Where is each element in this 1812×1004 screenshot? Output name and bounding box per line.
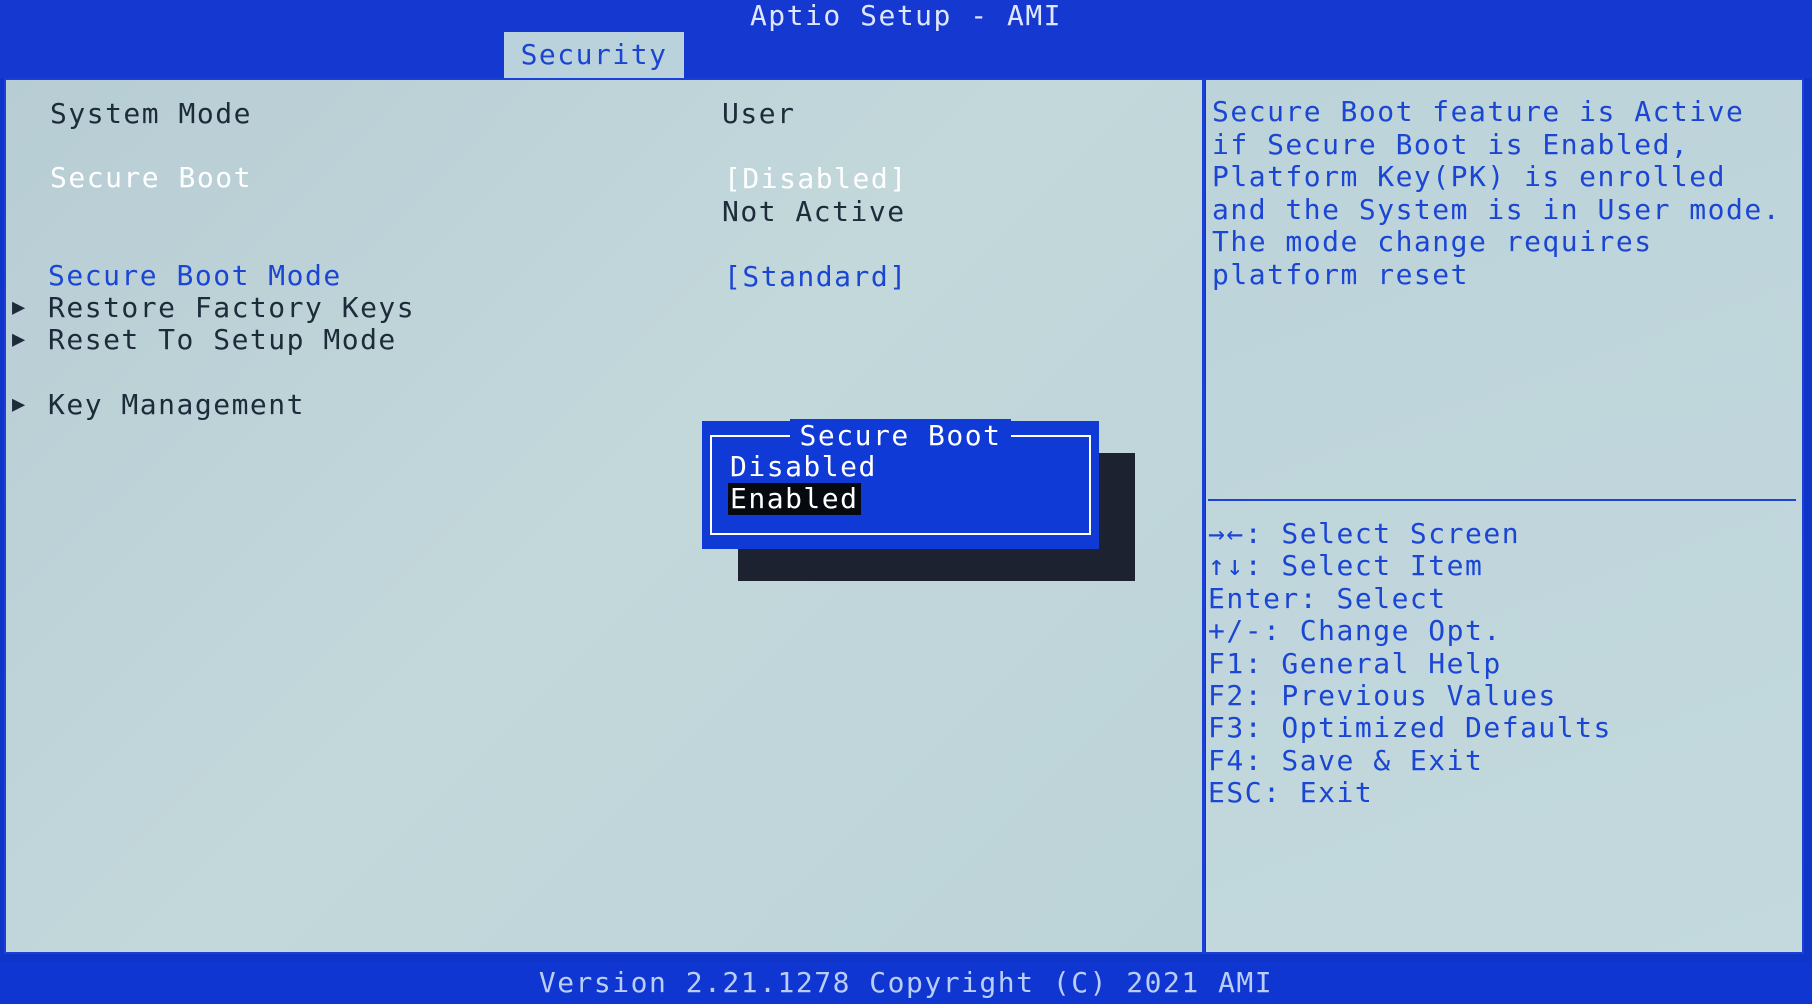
title-bar: Aptio Setup - AMI Security (0, 0, 1812, 78)
help-divider (1208, 499, 1796, 501)
secure-boot-label[interactable]: Secure Boot (50, 162, 252, 194)
secure-boot-status: Not Active (722, 195, 906, 228)
popup-option-disabled[interactable]: Disabled (730, 451, 877, 483)
key-hint: ESC: Exit (1208, 776, 1374, 810)
secure-boot-popup: Secure Boot Disabled Enabled (702, 419, 1099, 549)
popup-option-enabled[interactable]: Enabled (728, 483, 861, 515)
tab-security[interactable]: Security (504, 32, 684, 78)
key-hint: ↑↓: Select Item (1208, 549, 1484, 583)
restore-factory-keys-item[interactable]: Restore Factory Keys (48, 292, 415, 324)
footer-version: Version 2.21.1278 Copyright (C) 2021 AMI (0, 962, 1812, 1004)
triangle-right-icon: ▶ (12, 392, 27, 417)
app-title: Aptio Setup - AMI (749, 0, 1063, 32)
triangle-right-icon: ▶ (12, 295, 27, 320)
popup-title: Secure Boot (789, 419, 1012, 452)
key-hints: →←: Select Screen ↑↓: Select Item Enter:… (1208, 517, 1612, 810)
secure-boot-mode-value[interactable]: [Standard] (724, 261, 908, 293)
reset-to-setup-mode-item[interactable]: Reset To Setup Mode (48, 324, 397, 356)
key-hint: +/-: Change Opt. (1208, 614, 1502, 648)
key-hint: Enter: Select (1208, 581, 1447, 615)
system-mode-value: User (722, 97, 796, 130)
key-hint: →←: Select Screen (1208, 517, 1521, 550)
popup-title-wrap: Secure Boot (712, 419, 1089, 452)
key-hint: F4: Save & Exit (1208, 743, 1484, 777)
key-management-item[interactable]: Key Management (48, 389, 305, 421)
help-text: Secure Boot feature is Active if Secure … (1212, 95, 1782, 291)
secure-boot-mode-label[interactable]: Secure Boot Mode (48, 260, 342, 292)
secure-boot-value[interactable]: [Disabled] (724, 163, 908, 195)
system-mode-label: System Mode (50, 97, 252, 130)
key-hint: F3: Optimized Defaults (1208, 711, 1612, 745)
key-hint: F2: Previous Values (1208, 679, 1557, 713)
key-hint: F1: General Help (1208, 646, 1502, 680)
triangle-right-icon: ▶ (12, 327, 27, 352)
